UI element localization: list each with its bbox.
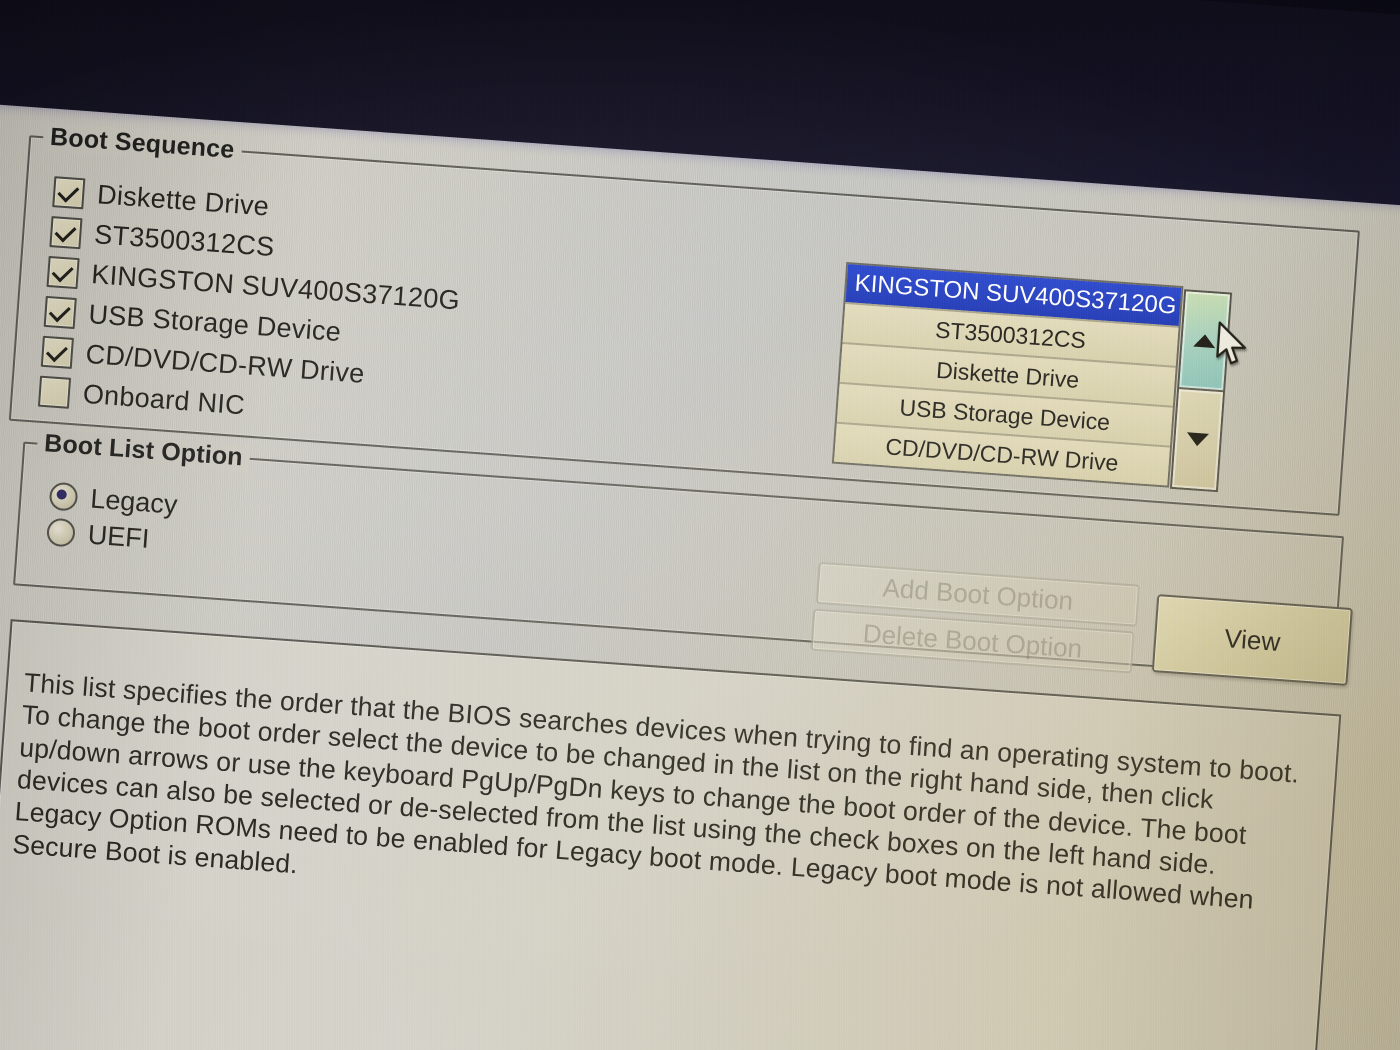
boot-order-listbox[interactable]: KINGSTON SUV400S37120G ST3500312CS Diske…	[831, 262, 1184, 488]
description-panel: This list specifies the order that the B…	[0, 619, 1342, 1050]
checkbox-kingston-suv400s37120g[interactable]	[46, 255, 80, 289]
radio-legacy[interactable]	[48, 481, 79, 512]
checkbox-cd-dvd-cdrw-drive[interactable]	[40, 335, 74, 369]
boot-sequence-title: Boot Sequence	[42, 122, 243, 166]
checkbox-diskette-drive[interactable]	[52, 175, 86, 209]
description-text: This list specifies the order that the B…	[11, 667, 1301, 916]
checkbox-onboard-nic[interactable]	[37, 375, 72, 409]
boot-device-checkbox-list: Diskette Drive ST3500312CS KINGSTON SUV4…	[37, 171, 674, 455]
boot-device-label: Onboard NIC	[81, 378, 247, 420]
view-button[interactable]: View	[1151, 594, 1353, 686]
radio-label-legacy: Legacy	[89, 483, 179, 520]
triangle-down-icon	[1186, 432, 1209, 447]
move-down-button[interactable]	[1172, 389, 1223, 491]
move-up-button[interactable]	[1179, 291, 1230, 393]
checkbox-st3500312cs[interactable]	[49, 215, 83, 249]
radio-uefi[interactable]	[46, 517, 76, 548]
bios-screen-photo: Boot Sequence Diskette Drive ST3500312CS…	[0, 0, 1400, 1050]
radio-label-uefi: UEFI	[86, 519, 151, 554]
boot-list-option-radio-group: Legacy UEFI	[46, 478, 179, 559]
triangle-up-icon	[1193, 333, 1217, 349]
checkbox-usb-storage-device[interactable]	[43, 295, 77, 329]
bios-screen-surface: Boot Sequence Diskette Drive ST3500312CS…	[0, 66, 1400, 1050]
